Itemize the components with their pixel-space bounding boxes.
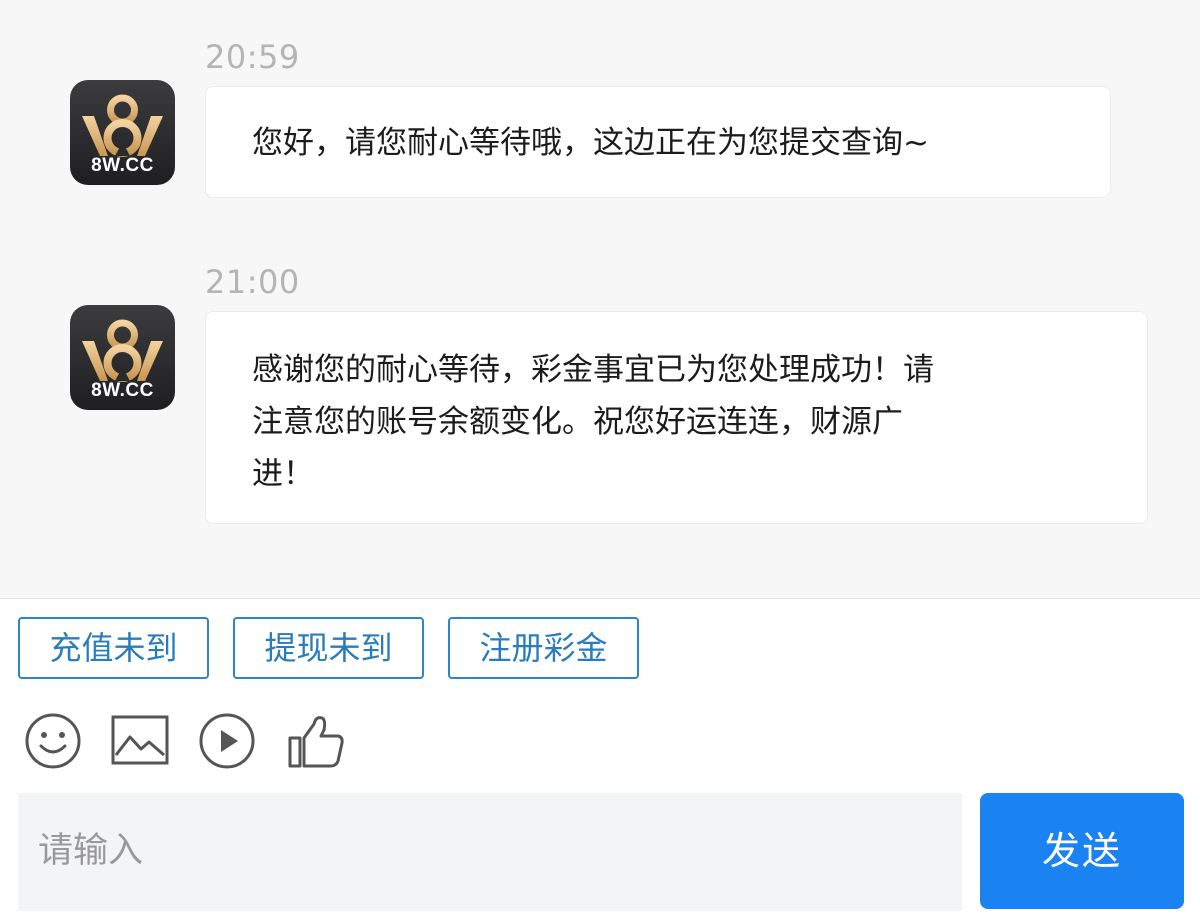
send-button[interactable]: 发送: [980, 793, 1184, 909]
avatar-label: 8W.CC: [91, 380, 154, 401]
chat-history[interactable]: 20:59 8W.CC 您好，请您耐心等待哦，这边正在为您提交查询~ 21:00…: [0, 0, 1200, 598]
message-text-line: 注意您的账号余额变化。祝您好运连连，财源广: [252, 404, 903, 440]
emoji-icon[interactable]: [24, 712, 82, 774]
message-bubble: 您好，请您耐心等待哦，这边正在为您提交查询~: [205, 86, 1111, 198]
agent-avatar[interactable]: 8W.CC: [70, 80, 175, 185]
quick-reply-bonus[interactable]: 注册彩金: [448, 617, 639, 679]
message-text-line: 进！: [252, 456, 314, 492]
agent-avatar[interactable]: 8W.CC: [70, 305, 175, 410]
quick-reply-deposit[interactable]: 充值未到: [18, 617, 209, 679]
thumbs-up-icon[interactable]: [286, 712, 346, 774]
message-text-line: 感谢您的耐心等待，彩金事宜已为您处理成功！请: [252, 352, 934, 388]
message-input-placeholder: 请输入: [38, 831, 144, 871]
message-bubble: 感谢您的耐心等待，彩金事宜已为您处理成功！请 注意您的账号余额变化。祝您好运连连…: [205, 311, 1148, 524]
image-icon[interactable]: [111, 715, 169, 771]
message-input[interactable]: 请输入: [18, 793, 962, 911]
message-text-line: 您好，请您耐心等待哦，这边正在为您提交查询~: [252, 125, 929, 161]
message-timestamp: 21:00: [205, 263, 300, 301]
composer-panel: 充值未到 提现未到 注册彩金 请输入 发送: [0, 599, 1200, 916]
message-timestamp: 20:59: [205, 38, 300, 76]
avatar-label: 8W.CC: [91, 155, 154, 176]
video-icon[interactable]: [198, 712, 256, 774]
quick-reply-withdrawal[interactable]: 提现未到: [233, 617, 424, 679]
